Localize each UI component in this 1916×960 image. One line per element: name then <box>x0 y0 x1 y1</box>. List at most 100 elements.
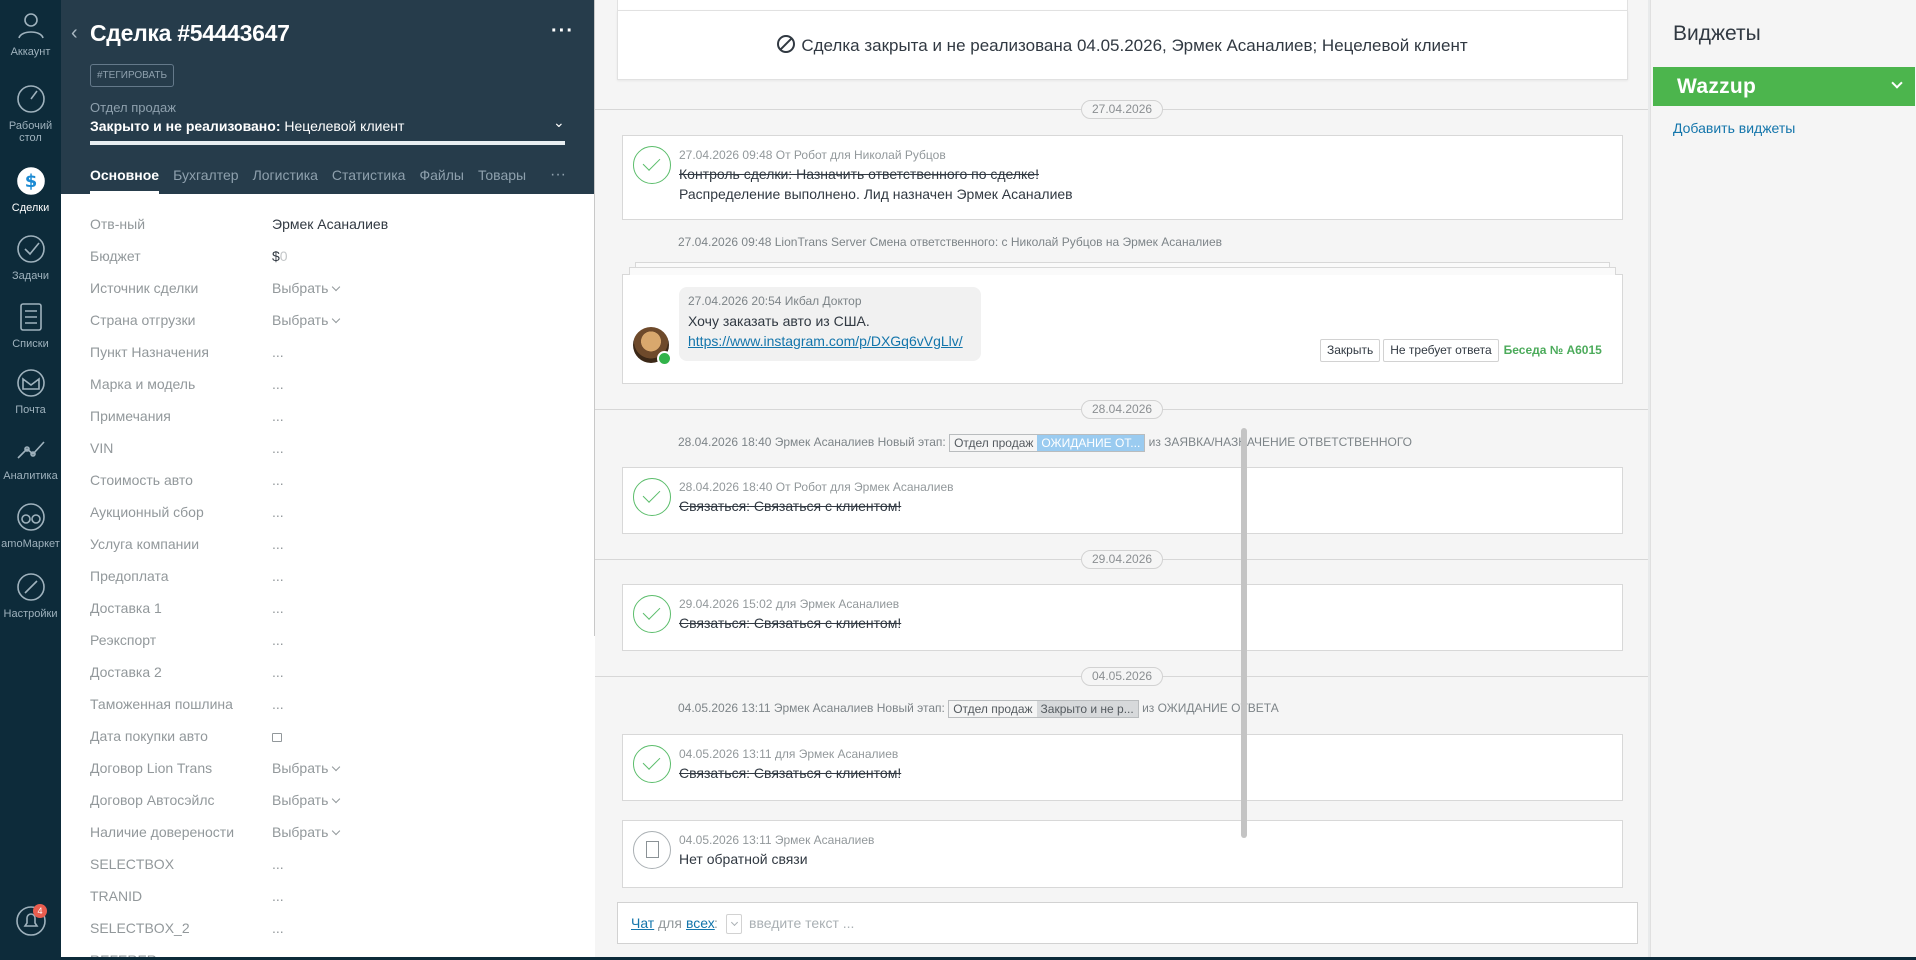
chevron-down-icon <box>332 282 341 292</box>
chat-link[interactable]: https://www.instagram.com/p/DXGq6vVgLlv/ <box>688 333 963 349</box>
field-row: VIN... <box>90 436 570 468</box>
chevron-down-icon[interactable]: ⌄ <box>553 114 565 131</box>
calendar-icon <box>272 733 282 742</box>
task-item[interactable]: 27.04.2026 09:48 От Робот для Николай Ру… <box>622 135 1623 220</box>
field-value[interactable]: Выбрать <box>272 760 341 776</box>
field-label: Источник сделки <box>90 280 199 296</box>
task-item[interactable]: 29.04.2026 15:02 для Эрмек Асаналиев Свя… <box>622 584 1623 651</box>
tab-statistics[interactable]: Статистика <box>332 164 406 194</box>
field-value[interactable]: ... <box>272 504 284 520</box>
field-value[interactable]: ... <box>272 920 284 936</box>
deal-title[interactable]: Сделка #54443647 <box>90 20 290 47</box>
field-value[interactable]: ... <box>272 888 284 904</box>
wazzup-widget[interactable]: Wazzup <box>1653 67 1915 106</box>
pipeline-status-stage: Закрыто и не реализовано: <box>90 118 281 134</box>
composer-recipients-link[interactable]: всех <box>686 915 715 931</box>
field-value[interactable]: ... <box>272 344 284 360</box>
conversation-link[interactable]: Беседа № А6015 <box>1504 343 1602 357</box>
tab-main[interactable]: Основное <box>90 164 160 194</box>
pipeline-name: Отдел продаж <box>90 100 176 115</box>
field-value[interactable]: ... <box>272 408 284 424</box>
nav-item-market[interactable]: amoМаркет <box>0 500 61 550</box>
tab-files[interactable]: Файлы <box>419 164 463 194</box>
deal-card: ‹ Сделка #54443647 ··· #ТЕГИРОВАТЬ Отдел… <box>61 0 595 960</box>
field-value[interactable]: ... <box>272 568 284 584</box>
chat-bubble: 27.04.2026 20:54 Икбал Доктор Хочу заказ… <box>679 287 981 361</box>
field-row: Страна отгрузки Выбрать <box>90 308 570 340</box>
chat-message-text: Хочу заказать авто из США. <box>688 313 870 329</box>
field-value[interactable]: ... <box>272 536 284 552</box>
field-value[interactable]: ... <box>272 664 284 680</box>
feed-scrollbar[interactable] <box>1241 428 1247 838</box>
field-value[interactable]: ... <box>272 376 284 392</box>
stage-pipeline: Отдел продаж <box>953 702 1033 716</box>
field-label: Договор Автосэйлс <box>90 792 215 808</box>
composer-input[interactable]: введите текст ... <box>749 915 854 931</box>
field-label: SELECTBOX_2 <box>90 920 190 936</box>
deals-icon: $ <box>16 167 45 195</box>
svg-text:$: $ <box>24 171 37 192</box>
task-text: Связаться: Связаться с клиентом! <box>679 615 902 631</box>
field-value[interactable]: Выбрать <box>272 792 341 808</box>
field-value[interactable]: ... <box>272 856 284 872</box>
field-value[interactable]: ... <box>272 472 284 488</box>
task-item[interactable]: 04.05.2026 13:11 для Эрмек Асаналиев Свя… <box>622 734 1623 801</box>
date-separator: 28.04.2026 <box>595 399 1648 419</box>
field-label: Договор Lion Trans <box>90 760 213 776</box>
field-label: Реэкспорт <box>90 632 157 648</box>
field-value[interactable]: ... <box>272 440 284 456</box>
field-value[interactable]: Выбрать <box>272 312 341 328</box>
stage-pipeline: Отдел продаж <box>954 436 1034 450</box>
nav-item-settings[interactable]: Настройки <box>0 570 61 620</box>
field-label: Предоплата <box>90 568 169 584</box>
note-item[interactable]: 04.05.2026 13:11 Эрмек Асаналиев Нет обр… <box>622 820 1623 888</box>
nav-item-tasks[interactable]: Задачи <box>0 232 61 282</box>
note-meta: 04.05.2026 13:11 Эрмек Асаналиев <box>679 833 875 847</box>
field-label: Дата покупки авто <box>90 728 208 744</box>
field-value[interactable]: Выбрать <box>272 824 341 840</box>
mail-icon <box>16 369 45 397</box>
tag-button[interactable]: #ТЕГИРОВАТЬ <box>90 64 175 87</box>
nav-item-account[interactable]: Аккаунт <box>0 8 61 58</box>
tab-products[interactable]: Товары <box>478 164 526 194</box>
stage-change-event: 28.04.2026 18:40 Эрмек Асаналиев Новый э… <box>678 434 1412 452</box>
close-chat-button[interactable]: Закрыть <box>1320 339 1381 362</box>
task-item[interactable]: 28.04.2026 18:40 От Робот для Эрмек Асан… <box>622 467 1623 534</box>
select-value: Выбрать <box>272 760 329 776</box>
field-value[interactable]: $0 <box>272 248 288 264</box>
nav-item-notifications[interactable]: 4 <box>0 904 61 942</box>
stage-badge: Отдел продаж ОЖИДАНИЕ ОТ... <box>949 434 1146 452</box>
date-label: 27.04.2026 <box>1081 100 1164 119</box>
composer-dropdown[interactable] <box>726 914 742 934</box>
field-value[interactable] <box>272 728 282 744</box>
nav-item-dashboard[interactable]: Рабочий стол <box>0 82 61 144</box>
tab-accounting[interactable]: Бухгалтер <box>173 164 238 194</box>
add-widgets-link[interactable]: Добавить виджеты <box>1673 120 1795 136</box>
nav-item-mail[interactable]: Почта <box>0 366 61 416</box>
field-value[interactable]: ... <box>272 632 284 648</box>
field-value[interactable]: Выбрать <box>272 280 341 296</box>
nav-item-analytics[interactable]: Аналитика <box>0 432 61 482</box>
nav-label: Настройки <box>3 608 58 620</box>
field-row: Услуга компании... <box>90 532 570 564</box>
composer-chat-link[interactable]: Чат <box>631 915 654 931</box>
nav-item-deals[interactable]: $ Сделки <box>0 164 61 214</box>
pipeline-progress-bar <box>90 141 565 145</box>
more-options-button[interactable]: ··· <box>551 20 574 43</box>
back-button[interactable]: ‹ <box>71 22 87 46</box>
dashboard-icon <box>16 85 45 113</box>
field-value[interactable]: Эрмек Асаналиев <box>272 216 388 232</box>
tabs-more-button[interactable]: ··· <box>550 166 566 184</box>
lists-icon <box>19 303 42 331</box>
field-value[interactable]: ... <box>272 696 284 712</box>
field-row: Примечания... <box>90 404 570 436</box>
field-label: Наличие доверености <box>90 824 235 840</box>
wazzup-label: Wazzup <box>1677 75 1757 98</box>
no-reply-needed-button[interactable]: Не требует ответа <box>1383 339 1499 362</box>
nav-item-lists[interactable]: Списки <box>0 300 61 350</box>
pipeline-status[interactable]: Закрыто и не реализовано: Нецелевой клие… <box>90 118 404 134</box>
check-icon <box>633 745 671 783</box>
field-value[interactable]: ... <box>272 600 284 616</box>
field-label: Страна отгрузки <box>90 312 196 328</box>
tab-logistics[interactable]: Логистика <box>253 164 318 194</box>
